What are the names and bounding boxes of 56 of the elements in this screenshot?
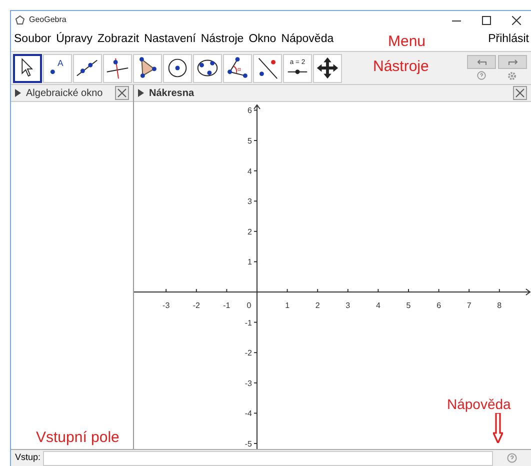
tick-label: 3 xyxy=(248,197,252,206)
tick-label: 2 xyxy=(315,301,320,310)
tick-label: -1 xyxy=(223,301,230,310)
tick-label: -2 xyxy=(192,301,200,310)
close-panel-button[interactable] xyxy=(115,86,129,100)
redo-icon xyxy=(506,58,518,66)
tick-label: 1 xyxy=(285,301,290,310)
expand-icon[interactable] xyxy=(138,89,144,97)
tick-label: 7 xyxy=(466,301,472,310)
tick-label: -3 xyxy=(162,301,170,310)
input-field[interactable] xyxy=(42,450,493,466)
tick-label: 5 xyxy=(406,301,411,310)
annotation-label: Menu xyxy=(388,32,426,52)
close-icon xyxy=(512,16,520,24)
tick-label: -5 xyxy=(244,440,252,448)
menu-item[interactable]: Nápověda xyxy=(281,31,334,49)
undo-button[interactable] xyxy=(467,55,496,69)
maximize-icon xyxy=(482,16,490,24)
tick-label: 0 xyxy=(246,301,252,310)
app-logo-icon xyxy=(15,15,25,25)
tick-label: 4 xyxy=(248,166,252,176)
tick-label: -4 xyxy=(244,409,252,418)
arrow-icon xyxy=(493,413,503,443)
close-icon xyxy=(515,88,525,98)
annotation-label: Nápověda xyxy=(447,395,511,414)
tick-label: 1 xyxy=(248,258,252,267)
menu-item[interactable]: Soubor xyxy=(14,31,52,49)
tool-button[interactable] xyxy=(13,54,42,82)
expand-icon[interactable] xyxy=(15,89,21,97)
sign-in-link[interactable]: Přihlásit xyxy=(488,31,529,49)
tick-label: 2 xyxy=(248,227,252,236)
tick-label: 6 xyxy=(436,301,442,310)
close-panel-button[interactable] xyxy=(513,86,527,100)
annotation-label: Nástroje xyxy=(373,57,429,77)
tick-label: 8 xyxy=(497,301,502,310)
undo-icon xyxy=(476,58,488,66)
menu-item[interactable]: Nastavení xyxy=(144,31,196,49)
tick-label: 5 xyxy=(248,136,252,146)
tick-label: -2 xyxy=(244,348,252,358)
tick-label: -1 xyxy=(244,318,252,328)
panel-title: Nákresna xyxy=(149,86,194,100)
redo-button[interactable] xyxy=(498,55,527,69)
menu-item[interactable]: Úpravy xyxy=(56,31,93,49)
tick-label: 3 xyxy=(346,301,350,310)
tick-label: 6 xyxy=(248,106,252,116)
panel-title: Algebraické okno xyxy=(26,86,103,100)
menu-item[interactable]: Zobrazit xyxy=(98,31,140,49)
input-label: Vstup: xyxy=(15,451,41,464)
menu-item[interactable]: Nástroje xyxy=(200,31,244,49)
tick-label: -3 xyxy=(244,378,252,388)
tool-button[interactable]: A xyxy=(43,54,72,82)
annotation-label: Vstupní pole xyxy=(36,428,120,448)
tick-label: 4 xyxy=(376,301,380,310)
window-title: GeoGebra xyxy=(29,14,66,26)
close-icon xyxy=(117,88,127,98)
menu-item[interactable]: Okno xyxy=(248,31,276,49)
